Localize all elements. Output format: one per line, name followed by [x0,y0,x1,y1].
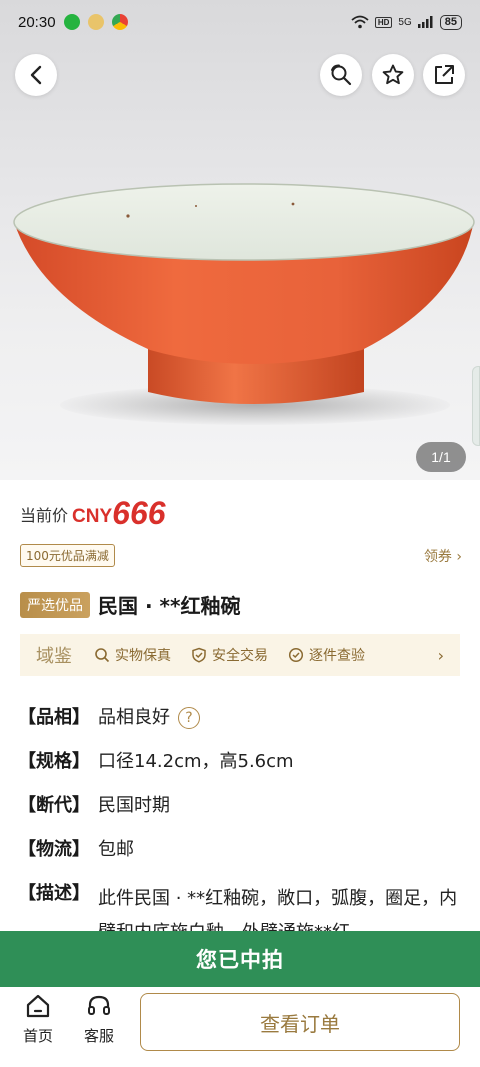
share-button[interactable] [423,54,465,96]
assurance-item-inspection: 逐件查验 [288,645,365,665]
help-icon[interactable]: ? [178,707,200,729]
auction-won-banner: 您已中拍 [0,931,480,987]
battery-level: 85 [439,14,462,30]
magnifier-icon [95,648,110,663]
detail-row-shipping: 【物流】 包邮 [18,839,134,860]
bottom-nav: 首页 客服 查看订单 [0,987,480,1067]
search-similar-button[interactable] [320,54,362,96]
price-value: 666 [112,495,166,531]
check-circle-icon [288,647,304,663]
star-icon [382,64,404,85]
assurance-item-safe-trade: 安全交易 [191,645,268,665]
coupon-row: 100元优品满减 领券 › [20,544,462,567]
wechat-icon [63,14,80,30]
shield-check-icon [192,647,206,663]
home-icon [26,994,50,1018]
detail-row-condition: 【品相】 品相良好? [18,706,462,730]
assurance-brand: 域鉴 [36,646,72,667]
wifi-icon [351,15,369,29]
app-notification-icon [87,14,104,30]
get-coupon-link[interactable]: 领券 › [424,546,462,566]
nav-service-label: 客服 [83,1027,114,1045]
search-similar-icon [331,64,352,86]
price-section: 当前价 CNY 666 [20,496,166,530]
assurance-item-authentic: 实物保真 [94,645,171,665]
share-icon [435,65,454,84]
headset-icon [88,995,110,1015]
price-label: 当前价 [20,506,69,525]
status-time: 20:30 [18,13,56,31]
network-type: 5G [398,16,412,28]
detail-row-spec: 【规格】 口径14.2cm，高5.6cm [18,751,294,772]
signal-icon [417,16,433,28]
nav-customer-service[interactable]: 客服 [74,993,124,1046]
favorite-button[interactable] [372,54,414,96]
assurance-bar[interactable]: 域鉴 实物保真 安全交易 逐件查验 › [20,634,460,676]
title-row: 严选优品 民国 · **红釉碗 [20,590,240,619]
price-currency: CNY [72,506,113,527]
image-counter: 1/1 [416,442,466,472]
item-details: 【品相】 品相良好? 【规格】 口径14.2cm，高5.6cm 【断代】 民国时… [18,706,462,952]
status-bar: 20:30 HD 5G 85 [0,0,480,44]
chevron-right-icon: › [437,645,444,665]
coupon-tag: 100元优品满减 [20,544,115,567]
detail-row-period: 【断代】 民国时期 [18,795,170,816]
side-drawer-handle[interactable] [472,366,480,446]
view-order-button[interactable]: 查看订单 [140,993,460,1051]
hd-indicator: HD [374,16,393,28]
back-button[interactable] [15,54,57,96]
detail-row-description: 【描述】 此件民国 · **红釉碗，敞口，弧腹，圈足，内壁和内底施白釉，外壁通施… [18,883,458,932]
chrome-icon [111,14,128,30]
back-icon [30,65,42,85]
selected-badge: 严选优品 [20,591,90,618]
nav-home[interactable]: 首页 [13,993,63,1046]
item-title: 民国 · **红釉碗 [98,594,241,618]
nav-home-label: 首页 [22,1027,53,1045]
